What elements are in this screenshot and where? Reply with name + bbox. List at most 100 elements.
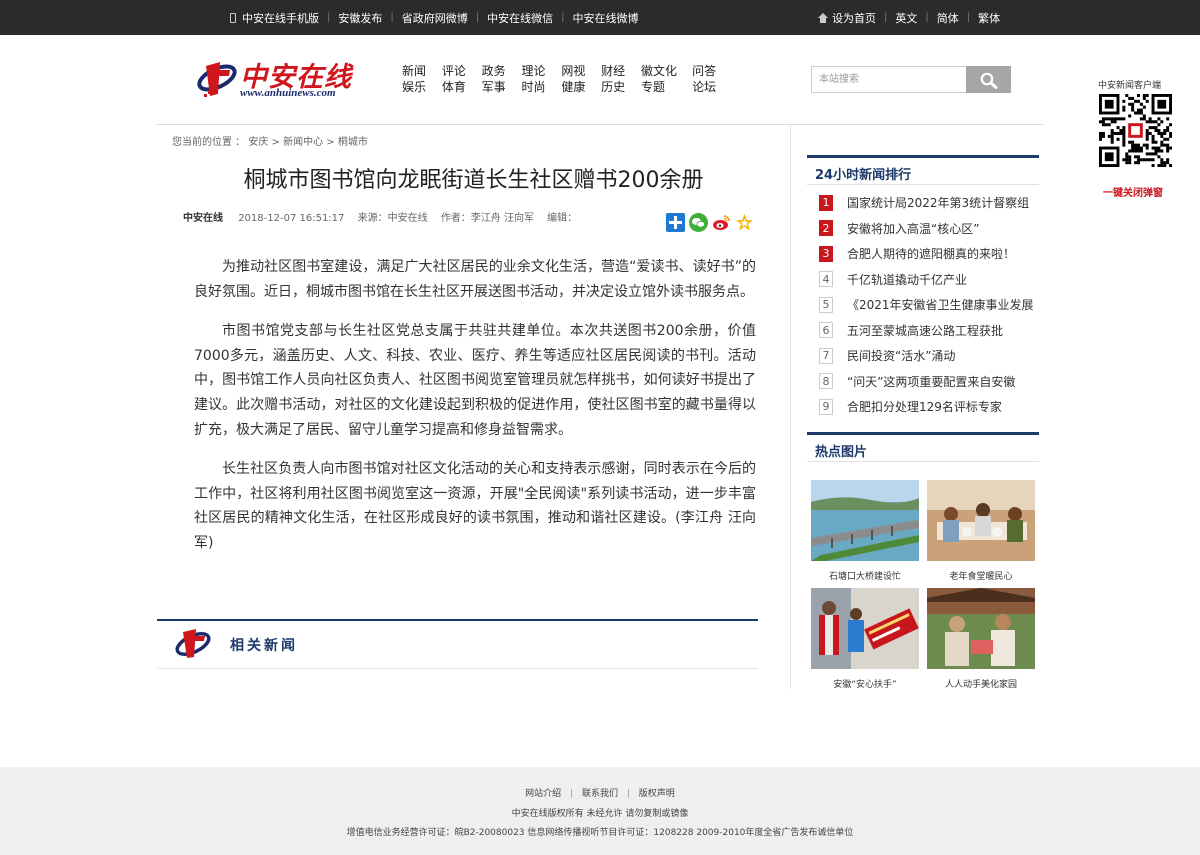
rank-number: 5 (819, 296, 833, 313)
rank-headline[interactable]: 国家统计局2022年第3统计督察组 (847, 194, 1029, 211)
nav-item-fashion[interactable]: 时尚 (521, 78, 561, 94)
breadcrumb[interactable]: 您当前的位置 ： 安庆 > 新闻中心 > 桐城市 (172, 133, 368, 148)
site-search (811, 66, 1011, 93)
nav-item-history[interactable]: 历史 (601, 78, 641, 94)
rank-number: 9 (819, 398, 833, 415)
logo-url: www.anhuinews.com (240, 87, 336, 99)
photo-bridge-construction[interactable] (811, 480, 919, 561)
footer-links: 网站介绍 | 联系我们 | 版权声明 (0, 786, 1200, 799)
traditional-link[interactable]: 繁体 (970, 10, 1008, 26)
simplified-link[interactable]: 简体 (929, 10, 967, 26)
mobile-phone-icon (230, 12, 236, 23)
column-divider (790, 124, 791, 689)
set-homepage-link[interactable]: 设为首页 (832, 10, 884, 26)
photo-section-title: 热点图片 (807, 432, 1039, 462)
rank-headline[interactable]: 五河至蒙城高速公路工程获批 (847, 322, 1003, 339)
nav-item-government[interactable]: 政务 (482, 62, 522, 78)
photo-caption[interactable]: 安徽“安心扶手” (811, 677, 919, 690)
footer-link-contact[interactable]: 联系我们 (582, 789, 618, 799)
main-nav: 新闻 评论 政务 理论 网视 财经 徽文化 问答 娱乐 体育 军事 时尚 健康 … (402, 62, 732, 94)
photo-caption[interactable]: 石塘口大桥建设忙 (811, 569, 919, 582)
rank-section-title: 24小时新闻排行 (807, 155, 1039, 185)
nav-item-video[interactable]: 网视 (561, 62, 601, 78)
related-news-header: 相关新闻 (170, 622, 758, 668)
photo-title-underline (807, 461, 1039, 462)
rank-number: 6 (819, 322, 833, 339)
list-item[interactable]: 9 合肥扣分处理129名评标专家 (819, 394, 1044, 420)
wechat-icon[interactable] (689, 213, 708, 232)
topbar-link-weibo[interactable]: 中安在线微博 (565, 10, 647, 26)
news-rank-list: 1 国家统计局2022年第3统计督察组 2 安徽将加入高温“核心区” 3 合肥人期待的… (819, 190, 1044, 420)
photo-safety-handrail[interactable] (811, 588, 919, 669)
logo-mark-icon (175, 629, 211, 658)
article-source: 来源：中安在线 (357, 213, 428, 224)
search-icon (980, 72, 998, 89)
share-more-icon[interactable] (666, 213, 685, 232)
qr-code-icon (1099, 94, 1172, 167)
rank-headline[interactable]: 合肥扣分处理129名评标专家 (847, 398, 1002, 415)
nav-item-comment[interactable]: 评论 (442, 62, 482, 78)
qr-label: 中安新闻客户端 (1098, 81, 1162, 91)
rank-number: 1 (819, 194, 833, 211)
list-item[interactable]: 2 安徽将加入高温“核心区” (819, 216, 1044, 242)
top-bar-right-links: 设为首页 | 英文 | 简体 | 繁体 (818, 0, 1008, 35)
home-icon (818, 12, 828, 23)
nav-item-hui-culture[interactable]: 徽文化 (641, 62, 692, 78)
photo-beautify-home[interactable] (927, 588, 1035, 669)
nav-item-military[interactable]: 军事 (482, 78, 522, 94)
site-logo[interactable]: 中安在线 www.anhuinews.com (196, 52, 356, 104)
close-popup-button[interactable]: 一键关闭弹窗 (1103, 184, 1163, 199)
nav-item-finance[interactable]: 财经 (601, 62, 641, 78)
photo-elderly-canteen[interactable] (927, 480, 1035, 561)
site-footer: 网站介绍 | 联系我们 | 版权声明 中安在线版权所有 未经允许 请勿复制或镜像… (0, 767, 1200, 855)
list-item[interactable]: 4 千亿轨道撬动千亿产业 (819, 267, 1044, 293)
article-paragraph: 长生社区负责人向市图书馆对社区文化活动的关心和支持表示感谢，同时表示在今后的工作… (194, 461, 756, 551)
topbar-link-anhui-release[interactable]: 安徽发布 (330, 10, 390, 26)
nav-item-forum[interactable]: 论坛 (692, 78, 732, 94)
list-item[interactable]: 5 《2021年安徽省卫生健康事业发展 (819, 292, 1044, 318)
list-item[interactable]: 6 五河至蒙城高速公路工程获批 (819, 318, 1044, 344)
topbar-link-mobile[interactable]: 中安在线手机版 (242, 10, 327, 26)
nav-item-news[interactable]: 新闻 (402, 62, 442, 78)
related-news-top-border (157, 619, 758, 621)
nav-item-theory[interactable]: 理论 (521, 62, 561, 78)
list-item[interactable]: 8 “问天”这两项重要配置来自安徽 (819, 369, 1044, 395)
search-input[interactable] (811, 66, 967, 93)
rank-title-text: 24小时新闻排行 (815, 168, 912, 183)
article-meta: 中安在线 2018-12-07 16:51:17 来源：中安在线 作者：李江舟 … (183, 209, 587, 224)
article-title: 桐城市图书馆向龙眠街道长生社区赠书200余册 (243, 168, 704, 193)
list-item[interactable]: 3 合肥人期待的遮阳棚真的来啦！ (819, 241, 1044, 267)
topbar-link-gov-weibo[interactable]: 省政府网微博 (394, 10, 476, 26)
english-link[interactable]: 英文 (887, 10, 925, 26)
rank-headline[interactable]: “问天”这两项重要配置来自安徽 (847, 373, 1015, 390)
nav-item-qa[interactable]: 问答 (692, 62, 732, 78)
footer-link-copyright[interactable]: 版权声明 (639, 789, 675, 799)
photo-caption[interactable]: 老年食堂暖民心 (927, 569, 1035, 582)
nav-item-special[interactable]: 专题 (641, 78, 692, 94)
list-item[interactable]: 7 民间投资“活水”涌动 (819, 343, 1044, 369)
rank-headline[interactable]: 民间投资“活水”涌动 (847, 347, 955, 364)
related-news-label: 相关新闻 (230, 638, 298, 654)
topbar-link-wechat[interactable]: 中安在线微信 (479, 10, 561, 26)
rank-title-underline (807, 184, 1039, 185)
rank-number: 2 (819, 220, 833, 237)
photo-caption[interactable]: 人人动手美化家园 (927, 677, 1035, 690)
rank-headline[interactable]: 千亿轨道撬动千亿产业 (847, 271, 967, 288)
nav-item-entertainment[interactable]: 娱乐 (402, 78, 442, 94)
rank-headline[interactable]: 《2021年安徽省卫生健康事业发展 (847, 296, 1034, 313)
search-button[interactable] (966, 66, 1011, 93)
photo-title-text: 热点图片 (815, 445, 868, 460)
share-buttons (666, 213, 754, 232)
favorite-star-icon[interactable] (735, 213, 754, 232)
rank-headline[interactable]: 合肥人期待的遮阳棚真的来啦！ (847, 245, 1015, 262)
related-news-bottom-border (157, 668, 758, 669)
footer-copyright: 中安在线版权所有 未经允许 请勿复制或镜像 (511, 809, 689, 819)
list-item[interactable]: 1 国家统计局2022年第3统计督察组 (819, 190, 1044, 216)
rank-headline[interactable]: 安徽将加入高温“核心区” (847, 220, 979, 237)
nav-item-health[interactable]: 健康 (561, 78, 601, 94)
footer-link-about[interactable]: 网站介绍 (525, 789, 561, 799)
weibo-icon[interactable] (712, 213, 731, 232)
nav-item-sports[interactable]: 体育 (442, 78, 482, 94)
main-nav-row-2: 娱乐 体育 军事 时尚 健康 历史 专题 论坛 (402, 78, 732, 94)
rank-number: 3 (819, 245, 833, 262)
